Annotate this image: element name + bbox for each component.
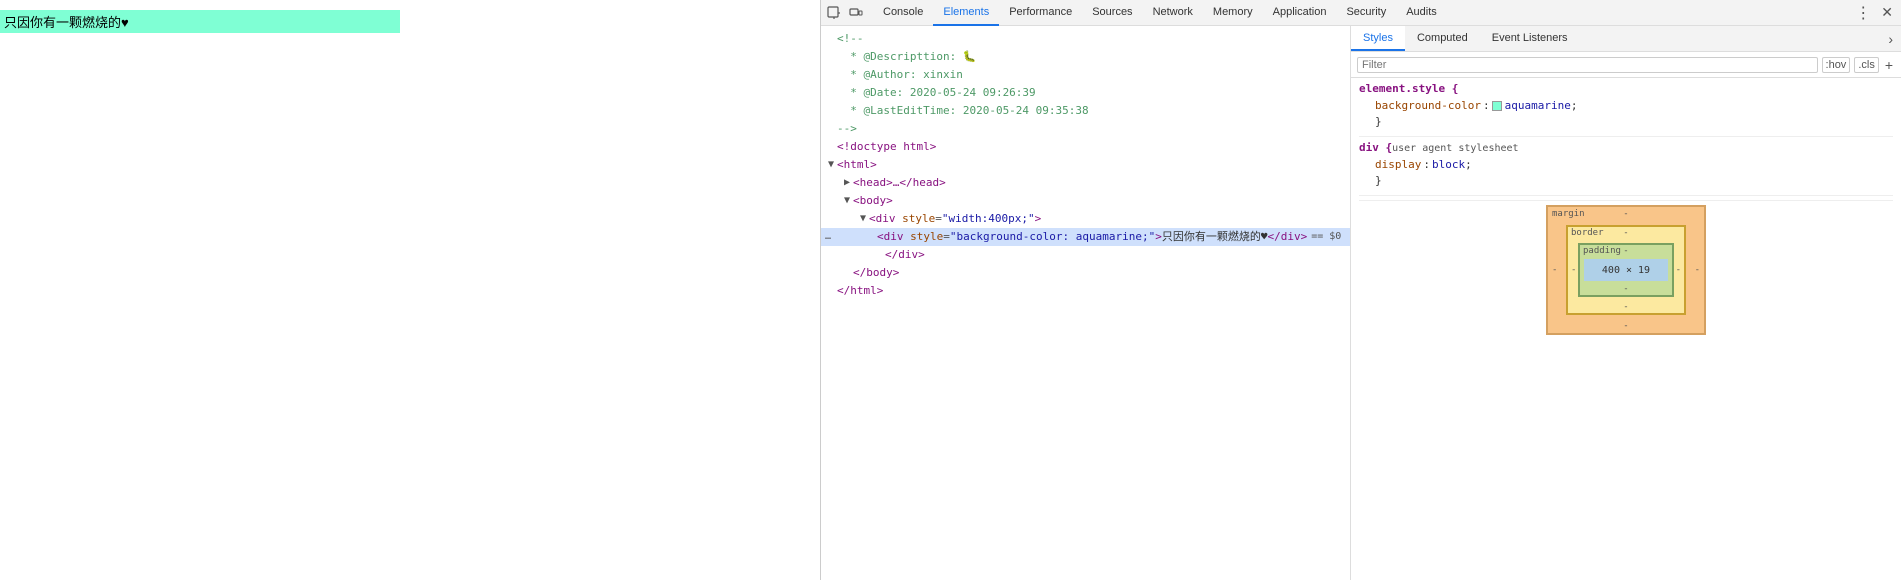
preview-content: 只因你有一颗燃烧的♥ [0, 10, 400, 33]
section-divider-1 [1359, 136, 1893, 137]
styles-content: element.style { background-color : aquam… [1351, 78, 1901, 580]
elem-comment-3: * @Author: xinxin [821, 66, 1350, 84]
padding-bottom-val: - [1623, 284, 1628, 294]
style-rule-header-1: element.style { [1359, 82, 1893, 97]
preview-area: 只因你有一颗燃烧的♥ [0, 0, 820, 580]
style-source-2: user agent stylesheet [1392, 143, 1518, 154]
styles-tab-styles[interactable]: Styles [1351, 26, 1405, 51]
tab-memory[interactable]: Memory [1203, 0, 1263, 26]
tab-security[interactable]: Security [1336, 0, 1396, 26]
device-icon[interactable] [847, 4, 865, 22]
margin-bottom-val: - [1623, 321, 1628, 331]
margin-top-val: - [1623, 209, 1628, 219]
elem-div-inner[interactable]: … <div style="background-color: aquamari… [821, 228, 1350, 246]
toolbar-icons [825, 4, 865, 22]
styles-panel: Styles Computed Event Listeners › :hov .… [1351, 26, 1901, 580]
more-options-icon[interactable]: ⋮ [1851, 3, 1875, 23]
content-box: 400 × 19 [1584, 259, 1668, 281]
elem-comment-5: * @LastEditTime: 2020-05-24 09:35:38 [821, 102, 1350, 120]
elem-html-close: </html> [821, 282, 1350, 300]
elem-div-outer[interactable]: <div style="width:400px;"> [821, 210, 1350, 228]
border-bottom-val: - [1623, 302, 1628, 312]
border-right-val: - [1676, 265, 1681, 275]
tab-audits[interactable]: Audits [1396, 0, 1447, 26]
elem-div-outer-close: </div> [821, 246, 1350, 264]
styles-tabs: Styles Computed Event Listeners › [1351, 26, 1901, 52]
body-triangle[interactable] [841, 192, 853, 210]
devtools-topbar: Console Elements Performance Sources Net… [821, 0, 1901, 26]
div-outer-triangle[interactable] [857, 210, 869, 228]
style-prop-bg[interactable]: background-color : aquamarine ; [1359, 97, 1893, 115]
expand-dots[interactable]: … [825, 228, 831, 246]
style-prop-display[interactable]: display : block ; [1359, 156, 1893, 174]
styles-filter-bar: :hov .cls + [1351, 52, 1901, 78]
tab-console[interactable]: Console [873, 0, 933, 26]
margin-left-val: - [1552, 265, 1557, 275]
style-selector-1: element.style { [1359, 82, 1458, 95]
close-devtools-button[interactable]: ✕ [1877, 4, 1897, 21]
style-rule-header-2: div { user agent stylesheet [1359, 141, 1893, 156]
elem-comment-6: --> [821, 120, 1350, 138]
elements-panel[interactable]: <!-- * @Descripttion: 🐛 * @Author: xinxi… [821, 26, 1351, 580]
devtools-body: <!-- * @Descripttion: 🐛 * @Author: xinxi… [821, 26, 1901, 580]
html-triangle[interactable] [825, 156, 837, 174]
elem-body[interactable]: <body> [821, 192, 1350, 210]
styles-filter-hov[interactable]: :hov [1822, 57, 1851, 73]
style-rule-div: div { user agent stylesheet display : bl… [1359, 141, 1893, 187]
border-left-val: - [1571, 265, 1576, 275]
color-swatch-aquamarine[interactable] [1492, 101, 1502, 111]
head-triangle[interactable] [841, 174, 853, 192]
padding-top-val: - [1623, 246, 1628, 256]
preview-text: 只因你有一颗燃烧的♥ [4, 15, 129, 30]
elem-comment-1: <!-- [821, 30, 1350, 48]
styles-tab-computed[interactable]: Computed [1405, 26, 1480, 51]
box-model-section: margin - - - - border - - - - [1359, 200, 1893, 339]
elem-comment-2: * @Descripttion: 🐛 [821, 48, 1350, 66]
tab-network[interactable]: Network [1143, 0, 1203, 26]
style-rule-element: element.style { background-color : aquam… [1359, 82, 1893, 128]
elem-doctype: <!doctype html> [821, 138, 1350, 156]
topbar-right: ⋮ ✕ [1851, 3, 1897, 23]
tab-sources[interactable]: Sources [1082, 0, 1142, 26]
elem-html[interactable]: <html> [821, 156, 1350, 174]
elem-body-close: </body> [821, 264, 1350, 282]
border-label: border [1571, 228, 1604, 238]
tab-application[interactable]: Application [1263, 0, 1337, 26]
styles-tab-event-listeners[interactable]: Event Listeners [1480, 26, 1580, 51]
tab-performance[interactable]: Performance [999, 0, 1082, 26]
elem-comment-4: * @Date: 2020-05-24 09:26:39 [821, 84, 1350, 102]
elem-head[interactable]: <head>…</head> [821, 174, 1350, 192]
tab-elements[interactable]: Elements [933, 0, 999, 26]
styles-add-rule[interactable]: + [1883, 57, 1895, 73]
section-divider-2 [1359, 195, 1893, 196]
border-top-val: - [1623, 228, 1628, 238]
devtools-panel: Console Elements Performance Sources Net… [820, 0, 1901, 580]
margin-right-val: - [1695, 265, 1700, 275]
styles-tab-overflow[interactable]: › [1880, 26, 1901, 51]
margin-label: margin [1552, 209, 1585, 219]
padding-label: padding [1583, 246, 1621, 256]
style-selector-2: div { [1359, 141, 1392, 154]
styles-filter-cls[interactable]: .cls [1854, 57, 1879, 73]
styles-filter-input[interactable] [1357, 57, 1818, 73]
inspect-icon[interactable] [825, 4, 843, 22]
